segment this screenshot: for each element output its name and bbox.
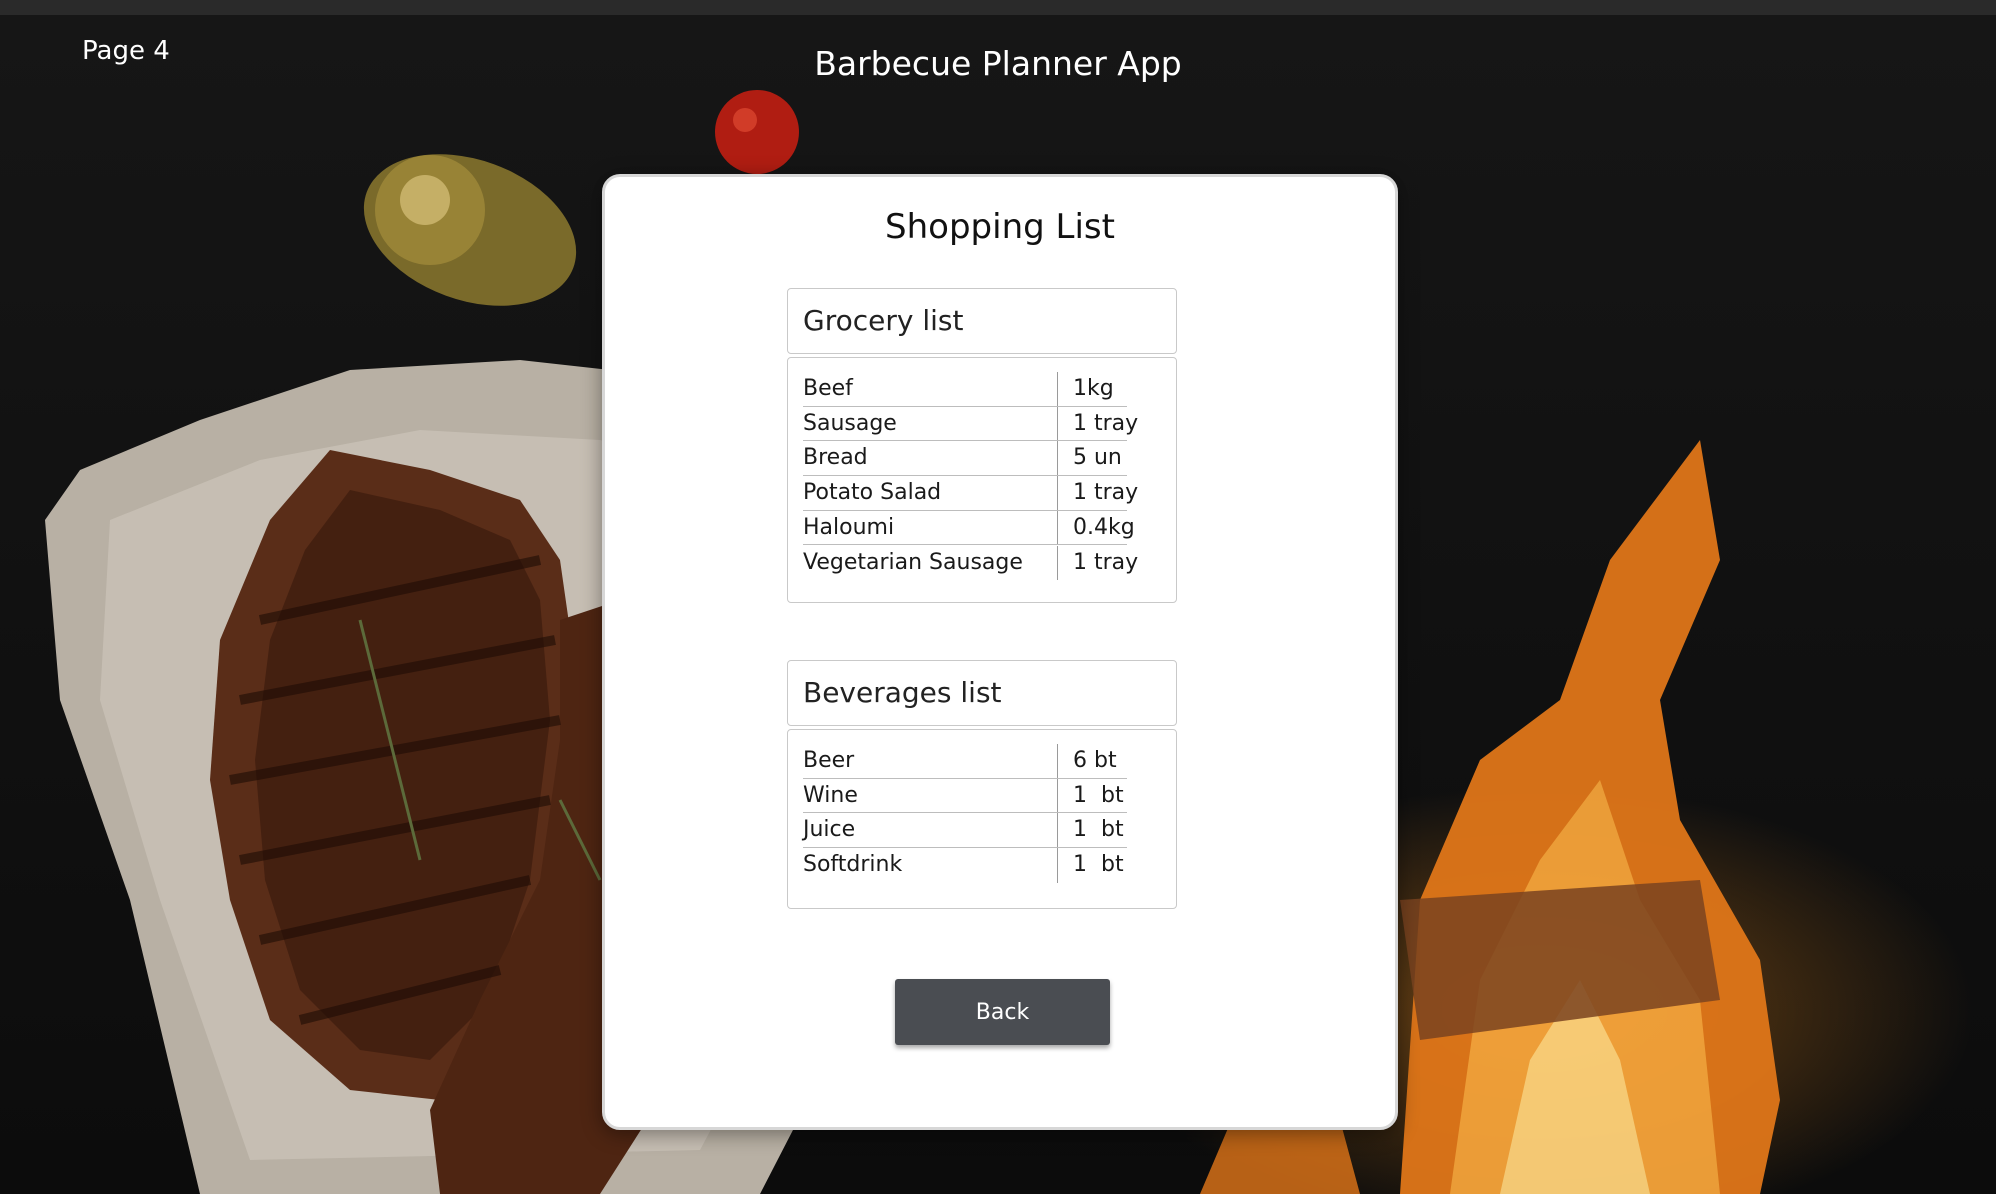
item-quantity: 5 un — [1073, 445, 1122, 471]
item-quantity: 1 tray — [1073, 410, 1139, 436]
item-name: Softdrink — [803, 848, 1058, 883]
table-row: Vegetarian Sausage 1 tray — [803, 545, 1138, 581]
table-row: Beef 1kg — [803, 372, 1127, 407]
grocery-list-table: Beef 1kg Sausage 1 tray Bread 5 un Potat… — [787, 357, 1177, 603]
app-title: Barbecue Planner App — [814, 44, 1182, 83]
table-row: Beer 6 bt — [803, 744, 1127, 779]
item-quantity: 0.4kg — [1073, 514, 1135, 540]
app-frame: Page 4 Barbecue Planner App Shopping Lis… — [0, 0, 1996, 1194]
item-quantity: 1kg — [1073, 376, 1114, 401]
item-quantity: 1 tray — [1073, 480, 1139, 506]
item-name: Bread — [803, 441, 1058, 477]
item-name: Vegetarian Sausage — [803, 545, 1058, 581]
item-name: Haloumi — [803, 510, 1058, 546]
item-name: Wine — [803, 778, 1058, 814]
item-quantity: 6 bt — [1073, 748, 1117, 773]
item-name: Sausage — [803, 406, 1058, 442]
table-row: Juice 1 bt — [803, 813, 1127, 849]
item-name: Beer — [803, 744, 1058, 779]
beverages-list-table: Beer 6 bt Wine 1 bt Juice 1 bt Softdrink… — [787, 729, 1177, 909]
item-quantity: 1 bt — [1073, 852, 1124, 878]
item-name: Juice — [803, 813, 1058, 849]
beverages-list-header: Beverages list — [787, 660, 1177, 726]
shopping-list-card: Shopping List Grocery list Beef 1kg Saus… — [602, 174, 1398, 1130]
item-name: Beef — [803, 372, 1058, 407]
table-row: Softdrink 1 bt — [803, 848, 1127, 883]
table-row: Haloumi 0.4kg — [803, 510, 1135, 546]
item-quantity: 1 tray — [1073, 549, 1139, 575]
back-button[interactable]: Back — [895, 979, 1110, 1045]
table-row: Bread 5 un — [803, 441, 1127, 477]
item-quantity: 1 bt — [1073, 817, 1124, 843]
table-row: Potato Salad 1 tray — [803, 476, 1138, 511]
item-name: Potato Salad — [803, 476, 1058, 511]
tomato — [715, 90, 799, 174]
card-title: Shopping List — [885, 207, 1115, 247]
item-quantity: 1 bt — [1073, 782, 1124, 808]
grocery-list-header: Grocery list — [787, 288, 1177, 354]
table-row: Sausage 1 tray — [803, 406, 1138, 442]
table-row: Wine 1 bt — [803, 778, 1127, 814]
